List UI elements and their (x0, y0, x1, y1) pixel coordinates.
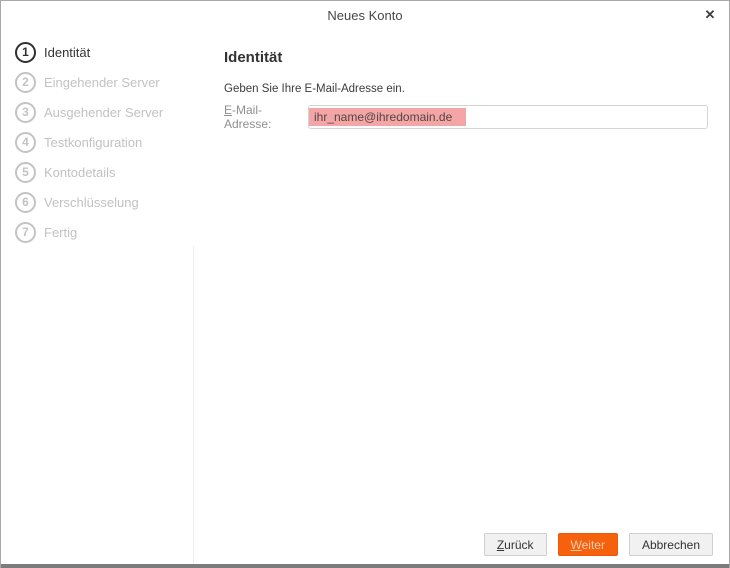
page-title: Identität (224, 49, 283, 66)
back-button[interactable]: Zurück (483, 533, 547, 556)
new-account-dialog: Neues Konto ✕ 1 Identität 2 Eingehender … (0, 0, 730, 568)
email-input[interactable]: ihr_name@ihredomain.de (308, 105, 708, 129)
dialog-title: Neues Konto (327, 8, 403, 23)
step-label: Fertig (44, 224, 78, 240)
step-number-badge: 1 (15, 41, 36, 63)
step-number-badge: 6 (15, 191, 36, 213)
step-number-badge: 5 (15, 161, 36, 183)
step-label: Identität (44, 44, 91, 60)
step-kontodetails: 5 Kontodetails (1, 157, 193, 187)
step-label: Kontodetails (44, 164, 116, 180)
wizard-steps: 1 Identität 2 Eingehender Server 3 Ausge… (1, 37, 193, 247)
instruction-text: Geben Sie Ihre E-Mail-Adresse ein. (224, 83, 405, 95)
step-label: Testkonfiguration (44, 134, 143, 150)
footer-buttons: Zurück Weiter Abbrechen (483, 533, 713, 556)
step-ausgehender-server: 3 Ausgehender Server (1, 97, 193, 127)
cancel-button[interactable]: Abbrechen (628, 533, 713, 556)
step-number-badge: 7 (15, 221, 36, 243)
main-panel: Identität Geben Sie Ihre E-Mail-Adresse … (224, 29, 729, 564)
step-fertig: 7 Fertig (1, 217, 193, 247)
step-number-badge: 2 (15, 71, 36, 93)
sidebar-divider (193, 246, 194, 564)
email-form-row: E-Mail-Adresse: ihr_name@ihredomain.de (224, 103, 729, 131)
step-number-badge: 4 (15, 131, 36, 153)
window-bottom-edge (1, 564, 729, 568)
step-label: Eingehender Server (44, 74, 160, 90)
email-input-selected-text: ihr_name@ihredomain.de (309, 108, 467, 126)
close-icon[interactable]: ✕ (702, 7, 718, 23)
step-label: Ausgehender Server (44, 104, 164, 120)
step-testkonfiguration: 4 Testkonfiguration (1, 127, 193, 157)
step-verschluesselung: 6 Verschlüsselung (1, 187, 193, 217)
next-button[interactable]: Weiter (557, 533, 618, 556)
step-eingehender-server: 2 Eingehender Server (1, 67, 193, 97)
email-label: E-Mail-Adresse: (224, 103, 272, 131)
titlebar: Neues Konto ✕ (1, 1, 729, 29)
step-identitaet: 1 Identität (1, 37, 193, 67)
step-label: Verschlüsselung (44, 194, 139, 210)
step-number-badge: 3 (15, 101, 36, 123)
